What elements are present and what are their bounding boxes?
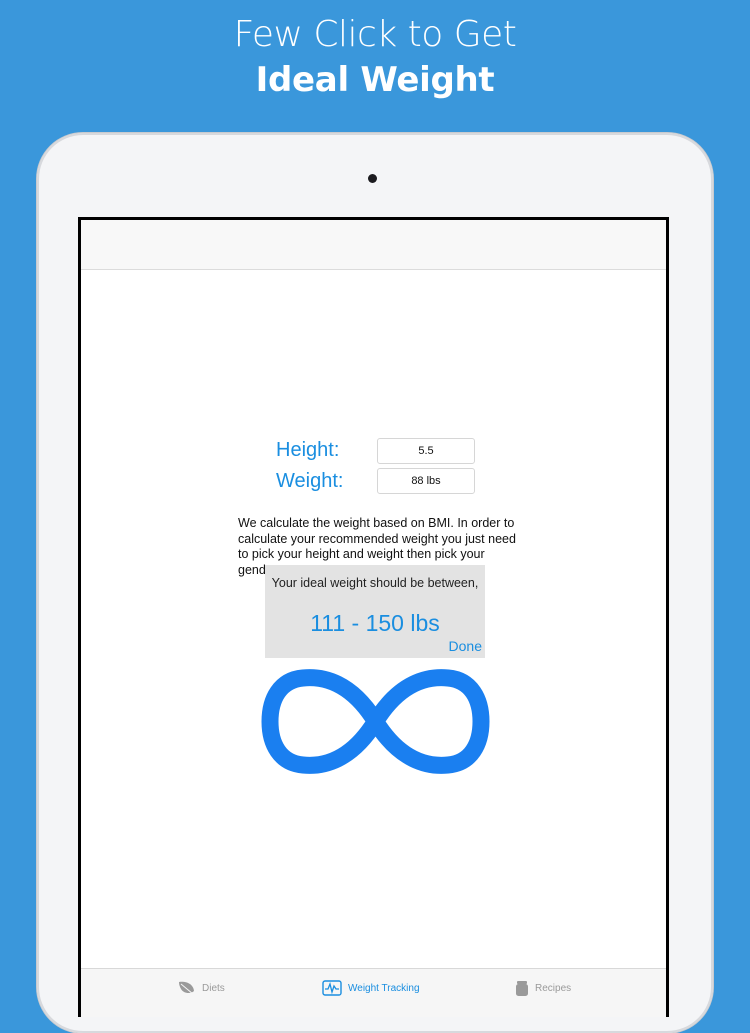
jar-icon	[516, 980, 528, 996]
height-label: Height:	[276, 439, 340, 461]
weight-label: Weight:	[276, 470, 344, 492]
tab-recipes[interactable]: Recipes	[515, 978, 571, 998]
infinity-loading-icon	[261, 669, 490, 774]
leaf-icon	[179, 981, 194, 995]
result-popup: Your ideal weight should be between, 111…	[265, 565, 485, 658]
tablet-screen: Height: Weight: We calculate the weight …	[78, 217, 669, 1017]
tab-bar: Diets Weight Tracking Recipes	[81, 968, 666, 1017]
height-input[interactable]	[377, 438, 475, 464]
done-button[interactable]: Done	[449, 638, 482, 654]
tab-diets-label: Diets	[202, 982, 225, 994]
tab-recipes-label: Recipes	[535, 982, 572, 994]
promo-headline: Few Click to Get	[233, 14, 517, 55]
pulse-icon	[322, 980, 342, 996]
weight-input[interactable]	[377, 468, 475, 494]
promo-subheadline: Ideal Weight	[255, 60, 495, 100]
navigation-bar	[81, 220, 666, 270]
result-message: Your ideal weight should be between,	[271, 576, 479, 590]
tab-weight-tracking[interactable]: Weight Tracking	[322, 978, 420, 998]
camera-dot	[368, 174, 377, 183]
tab-weight-tracking-label: Weight Tracking	[348, 982, 420, 994]
app-screen: Height: Weight: We calculate the weight …	[81, 220, 666, 1017]
tab-diets[interactable]: Diets	[178, 978, 225, 998]
ideal-weight-range: 111 - 150 lbs	[310, 610, 440, 636]
